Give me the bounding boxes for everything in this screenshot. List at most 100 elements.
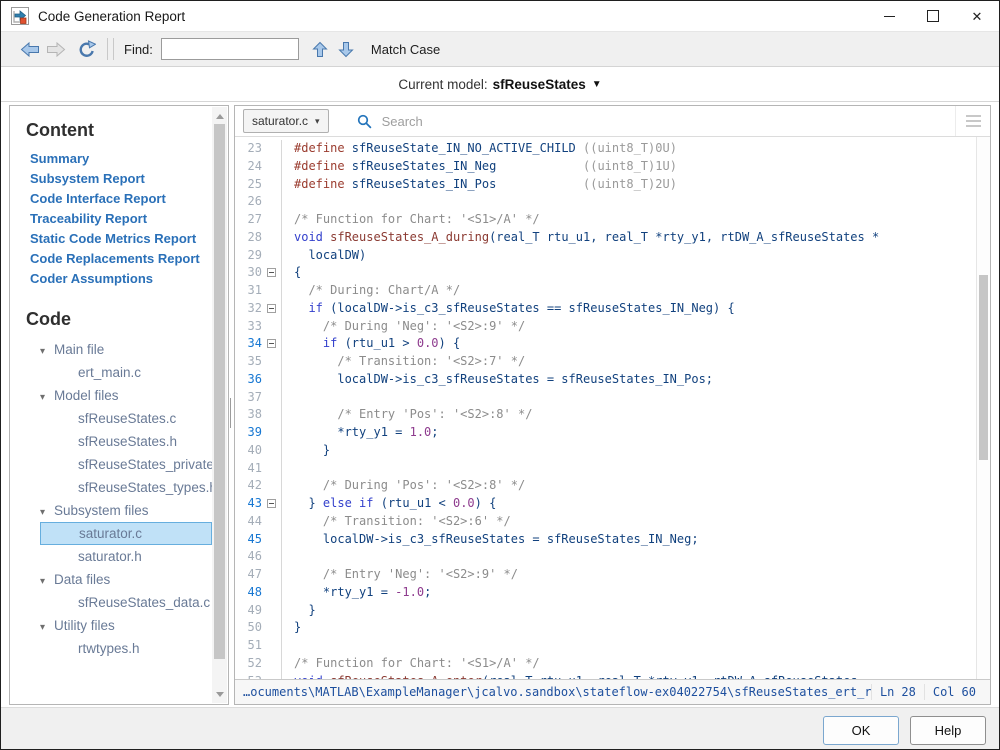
code-line-25: 25#define sfReuseStates_IN_Pos ((uint8_T… — [235, 176, 990, 194]
find-input[interactable] — [161, 38, 299, 60]
line-number-35: 35 — [235, 353, 265, 371]
code-line-41: 41 — [235, 460, 990, 478]
file-selector-dropdown[interactable]: saturator.c ▾ — [243, 109, 329, 133]
content-link-code-interface-report[interactable]: Code Interface Report — [30, 189, 208, 209]
tree-group-main-file[interactable]: ▾Main file — [40, 338, 208, 361]
content-link-subsystem-report[interactable]: Subsystem Report — [30, 169, 208, 189]
ok-button[interactable]: OK — [823, 716, 899, 745]
code-line-48: 48 *rty_y1 = -1.0; — [235, 584, 990, 602]
tree-group-data-files[interactable]: ▾Data files — [40, 568, 208, 591]
line-number-39[interactable]: 39 — [235, 424, 265, 442]
tree-file-sfreusestates-data-c[interactable]: sfReuseStates_data.c — [40, 591, 212, 614]
fold-column — [265, 602, 282, 620]
maximize-button[interactable] — [911, 1, 955, 31]
report-app-icon — [11, 7, 29, 25]
tree-item-label: rtwtypes.h — [78, 641, 140, 656]
code-lines: 23#define sfReuseState_IN_NO_ACTIVE_CHIL… — [235, 140, 990, 679]
fold-column — [265, 566, 282, 584]
code-line-53: 53 void sfReuseStates_A_enter(real_T rtu_… — [235, 673, 990, 680]
collapse-toggle-icon[interactable] — [267, 304, 276, 313]
match-case-toggle[interactable]: Match Case — [371, 42, 440, 57]
code-text: #define sfReuseState_IN_NO_ACTIVE_CHILD … — [282, 140, 677, 158]
tree-group-utility-files[interactable]: ▾Utility files — [40, 614, 208, 637]
code-line-38: 38 /* Entry 'Pos': '<S2>:8' */ — [235, 406, 990, 424]
content-link-static-code-metrics-report[interactable]: Static Code Metrics Report — [30, 229, 208, 249]
code-editor-area[interactable]: 23#define sfReuseState_IN_NO_ACTIVE_CHIL… — [235, 137, 990, 679]
code-line-24: 24#define sfReuseStates_IN_Neg ((uint8_T… — [235, 158, 990, 176]
code-scrollbar[interactable] — [976, 137, 990, 679]
tree-file-ert-main-c[interactable]: ert_main.c — [40, 361, 212, 384]
line-number-45[interactable]: 45 — [235, 531, 265, 549]
file-path: …ocuments\MATLAB\ExampleManager\jcalvo.s… — [243, 685, 871, 699]
main-area: Content SummarySubsystem ReportCode Inte… — [1, 102, 999, 707]
tree-file-sfreusestates-c[interactable]: sfReuseStates.c — [40, 407, 212, 430]
tree-file-sfreusestates-types-h[interactable]: sfReuseStates_types.h — [40, 476, 212, 499]
scroll-up-button[interactable] — [212, 109, 227, 123]
content-link-summary[interactable]: Summary — [30, 149, 208, 169]
find-previous-button[interactable] — [307, 37, 333, 61]
tree-file-rtwtypes-h[interactable]: rtwtypes.h — [40, 637, 212, 660]
line-number-29: 29 — [235, 247, 265, 265]
sidebar-scrollbar-thumb[interactable] — [214, 124, 225, 659]
title-bar: Code Generation Report ✕ — [1, 1, 999, 32]
fold-column — [265, 673, 282, 680]
file-selector-value: saturator.c — [252, 114, 308, 128]
find-next-button[interactable] — [333, 37, 359, 61]
triangle-up-icon — [216, 114, 224, 119]
line-number-46: 46 — [235, 548, 265, 566]
tree-file-saturator-c[interactable]: saturator.c — [40, 522, 212, 545]
column-indicator: Col60 — [924, 684, 984, 700]
collapse-toggle-icon[interactable] — [267, 499, 276, 508]
tree-group-model-files[interactable]: ▾Model files — [40, 384, 208, 407]
forward-button[interactable] — [43, 37, 69, 61]
content-link-code-replacements-report[interactable]: Code Replacements Report — [30, 249, 208, 269]
back-button[interactable] — [17, 37, 43, 61]
line-number-34[interactable]: 34 — [235, 335, 265, 353]
code-line-52: 52/* Function for Chart: '<S1>/A' */ — [235, 655, 990, 673]
window-title: Code Generation Report — [38, 9, 185, 24]
up-arrow-icon — [312, 41, 328, 58]
code-text: /* Function for Chart: '<S1>/A' */ — [282, 211, 540, 229]
tree-group-subsystem-files[interactable]: ▾Subsystem files — [40, 499, 208, 522]
scroll-down-button[interactable] — [212, 687, 227, 701]
fold-column — [265, 619, 282, 637]
minimize-icon — [884, 16, 895, 17]
help-button[interactable]: Help — [910, 716, 986, 745]
collapse-toggle-icon[interactable] — [267, 339, 276, 348]
line-number-36[interactable]: 36 — [235, 371, 265, 389]
code-line-23: 23#define sfReuseState_IN_NO_ACTIVE_CHIL… — [235, 140, 990, 158]
fold-column — [265, 513, 282, 531]
code-scrollbar-thumb[interactable] — [979, 275, 988, 460]
line-number-43[interactable]: 43 — [235, 495, 265, 513]
minimize-button[interactable] — [867, 1, 911, 31]
collapse-toggle-icon[interactable] — [267, 268, 276, 277]
fold-column — [265, 637, 282, 655]
line-number-48[interactable]: 48 — [235, 584, 265, 602]
search-input[interactable] — [380, 113, 955, 130]
model-dropdown-caret-icon[interactable]: ▼ — [592, 79, 602, 90]
sidebar-scrollbar[interactable] — [212, 107, 227, 703]
find-label: Find: — [124, 42, 153, 57]
current-model-name[interactable]: sfReuseStates — [493, 77, 586, 92]
close-icon: ✕ — [972, 10, 983, 23]
code-line-30: 30{ — [235, 264, 990, 282]
content-link-coder-assumptions[interactable]: Coder Assumptions — [30, 269, 208, 289]
close-button[interactable]: ✕ — [955, 1, 999, 31]
content-link-traceability-report[interactable]: Traceability Report — [30, 209, 208, 229]
tree-file-sfreusestates-h[interactable]: sfReuseStates.h — [40, 430, 212, 453]
line-number-44: 44 — [235, 513, 265, 531]
refresh-button[interactable] — [73, 37, 99, 61]
code-line-27: 27/* Function for Chart: '<S1>/A' */ — [235, 211, 990, 229]
panel-splitter-handle[interactable] — [230, 398, 231, 428]
tree-file-sfreusestates-private-h[interactable]: sfReuseStates_private.h — [40, 453, 212, 476]
code-line-33: 33 /* During 'Neg': '<S2>:9' */ — [235, 318, 990, 336]
code-text: /* Entry 'Pos': '<S2>:8' */ — [282, 406, 532, 424]
panel-menu-button[interactable] — [955, 106, 990, 136]
code-line-42: 42 /* During 'Pos': '<S2>:8' */ — [235, 477, 990, 495]
fold-column — [265, 300, 282, 318]
line-number-53: 53 — [235, 673, 265, 680]
line-number-38: 38 — [235, 406, 265, 424]
tree-file-saturator-h[interactable]: saturator.h — [40, 545, 212, 568]
code-text: } else if (rtu_u1 < 0.0) { — [282, 495, 496, 513]
code-text: void sfReuseStates_A_enter(real_T rtu_u1… — [282, 673, 858, 680]
